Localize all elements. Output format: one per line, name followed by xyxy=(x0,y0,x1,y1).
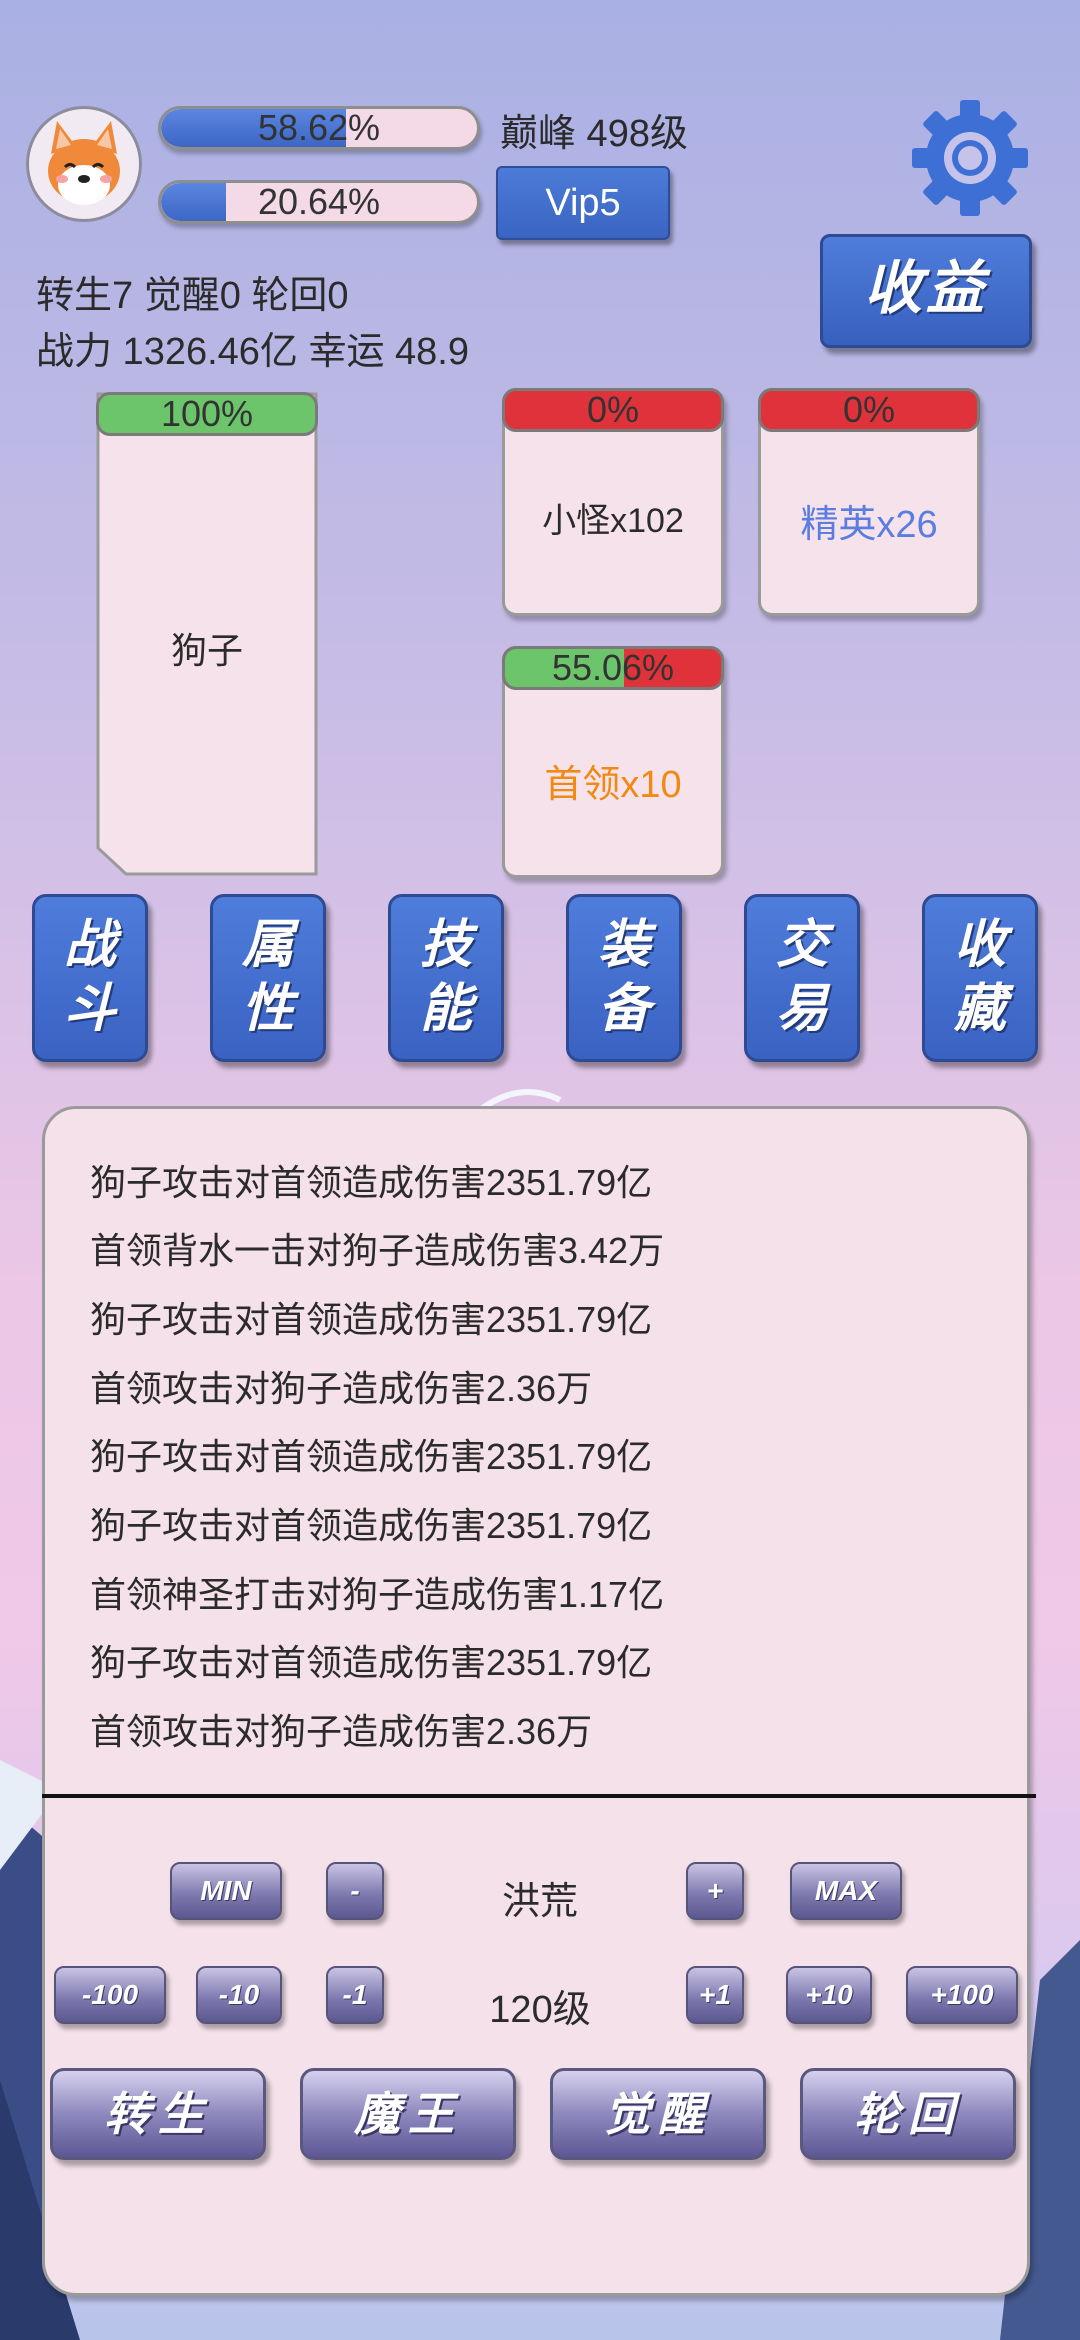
player-name: 狗子 xyxy=(170,630,243,671)
realm-level: 巅峰 498级 xyxy=(500,113,688,155)
level-minus-1-button[interactable]: -1 xyxy=(326,1966,384,2024)
power-luck-stats: 战力 1326.46亿 幸运 48.9 xyxy=(36,331,469,373)
nav-attributes-label-top: 属 xyxy=(241,916,294,974)
boss-card[interactable]: 55.06% 首领x10 xyxy=(502,646,724,878)
player-hp-percent: 100% xyxy=(160,393,254,434)
minion-hp-bar: 0% xyxy=(502,388,724,432)
battle-log-line: 首领攻击对狗子造成伤害2.36万 xyxy=(90,1368,593,1409)
nav-equipment-label-top: 装 xyxy=(597,916,650,974)
nav-attributes[interactable]: 属性 xyxy=(210,894,326,1062)
nav-equipment[interactable]: 装备 xyxy=(566,894,682,1062)
experience-percent: 58.62% xyxy=(257,107,381,148)
difficulty-value: 洪荒 xyxy=(501,1881,578,1923)
nav-collection-label-bottom: 藏 xyxy=(953,980,1006,1038)
minion-card[interactable]: 0% 小怪x102 xyxy=(502,388,724,616)
awaken-button[interactable]: 觉醒 xyxy=(550,2068,766,2160)
boss-hp-bar: 55.06% xyxy=(502,646,724,690)
battle-log-line: 首领神圣打击对狗子造成伤害1.17亿 xyxy=(90,1574,665,1615)
elite-hp-bar: 0% xyxy=(758,388,980,432)
level-minus-100-button[interactable]: -100 xyxy=(54,1966,166,2024)
battle-log-line: 首领攻击对狗子造成伤害2.36万 xyxy=(90,1711,593,1752)
nav-battle[interactable]: 战斗 xyxy=(32,894,148,1062)
nav-equipment-label-bottom: 备 xyxy=(597,980,650,1038)
nav-battle-label-bottom: 斗 xyxy=(63,980,116,1038)
difficulty-plus-button[interactable]: + xyxy=(686,1862,744,1920)
elite-card[interactable]: 0% 精英x26 xyxy=(758,388,980,616)
difficulty-max-button[interactable]: MAX xyxy=(790,1862,902,1920)
corgi-avatar-icon xyxy=(48,121,120,205)
battle-log-line: 首领背水一击对狗子造成伤害3.42万 xyxy=(90,1230,665,1271)
difficulty-min-button[interactable]: MIN xyxy=(170,1862,282,1920)
nav-trade[interactable]: 交易 xyxy=(744,894,860,1062)
battle-log-line: 狗子攻击对首领造成伤害2351.79亿 xyxy=(90,1162,653,1203)
boss-hp-percent: 55.06% xyxy=(551,647,675,688)
level-value: 120级 xyxy=(489,1989,591,2031)
vip-button[interactable]: Vip5 xyxy=(496,166,670,240)
rebirth-button[interactable]: 转生 xyxy=(50,2068,266,2160)
nav-skills[interactable]: 技能 xyxy=(388,894,504,1062)
income-button[interactable]: 收益 xyxy=(820,234,1032,348)
level-plus-10-button[interactable]: +10 xyxy=(786,1966,872,2024)
settings-button[interactable] xyxy=(910,98,1030,218)
panel-divider xyxy=(42,1794,1036,1798)
nav-trade-label-top: 交 xyxy=(775,916,828,974)
nav-skills-label-top: 技 xyxy=(419,916,472,974)
nav-collection-label-top: 收 xyxy=(953,916,1006,974)
secondary-progress-bar: 20.64% xyxy=(158,180,480,224)
minion-hp-percent: 0% xyxy=(586,389,640,430)
player-card[interactable]: 100% 狗子 xyxy=(96,392,318,876)
player-hp-bar: 100% xyxy=(96,392,318,436)
difficulty-minus-button[interactable]: - xyxy=(326,1862,384,1920)
level-plus-1-button[interactable]: +1 xyxy=(686,1966,744,2024)
battle-log-line: 狗子攻击对首领造成伤害2351.79亿 xyxy=(90,1505,653,1546)
secondary-progress-percent: 20.64% xyxy=(257,181,381,222)
battle-log-line: 狗子攻击对首领造成伤害2351.79亿 xyxy=(90,1642,653,1683)
rebirth-stats: 转生7 觉醒0 轮回0 xyxy=(36,275,349,317)
nav-battle-label-top: 战 xyxy=(63,916,116,974)
demon-king-button[interactable]: 魔王 xyxy=(300,2068,516,2160)
nav-collection[interactable]: 收藏 xyxy=(922,894,1038,1062)
level-minus-10-button[interactable]: -10 xyxy=(196,1966,282,2024)
gear-icon xyxy=(912,100,1028,216)
reincarnation-button[interactable]: 轮回 xyxy=(800,2068,1016,2160)
nav-skills-label-bottom: 能 xyxy=(419,980,472,1038)
minion-label: 小怪x102 xyxy=(542,502,684,540)
nav-attributes-label-bottom: 性 xyxy=(241,980,294,1038)
boss-label: 首领x10 xyxy=(544,764,682,806)
experience-bar: 58.62% xyxy=(158,106,480,150)
level-plus-100-button[interactable]: +100 xyxy=(906,1966,1018,2024)
battle-log-line: 狗子攻击对首领造成伤害2351.79亿 xyxy=(90,1436,653,1477)
elite-hp-percent: 0% xyxy=(842,389,896,430)
avatar[interactable] xyxy=(26,106,142,222)
nav-trade-label-bottom: 易 xyxy=(775,980,828,1038)
elite-label: 精英x26 xyxy=(800,504,938,546)
battle-log-line: 狗子攻击对首领造成伤害2351.79亿 xyxy=(90,1299,653,1340)
